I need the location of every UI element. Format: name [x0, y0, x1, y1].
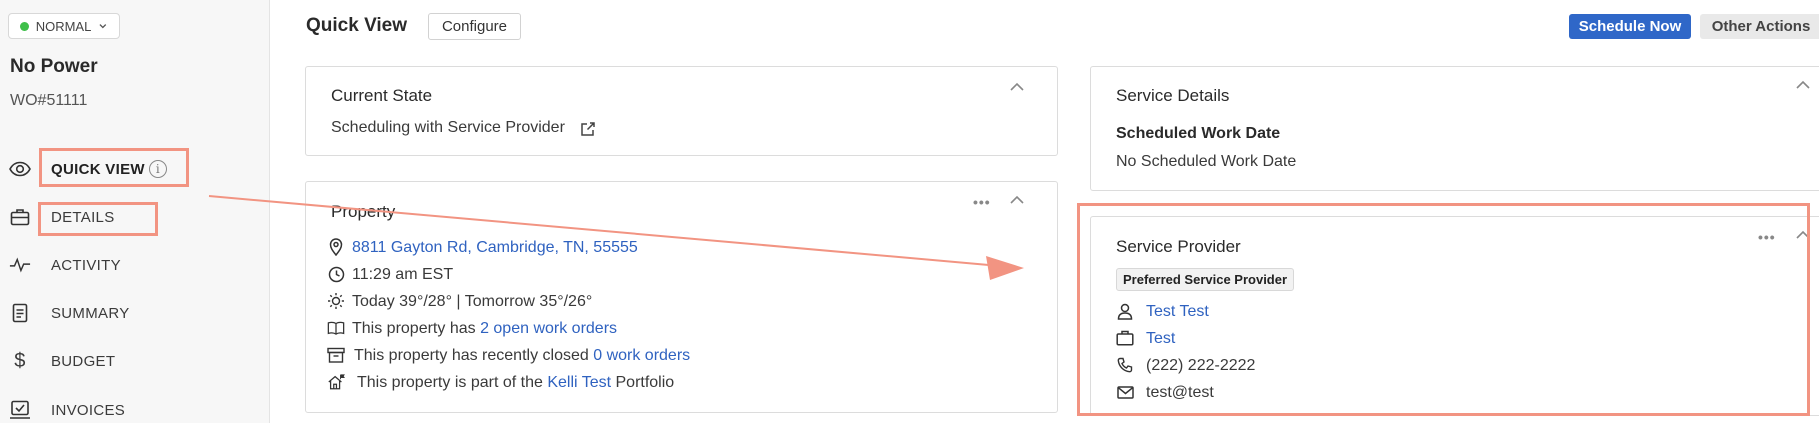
property-local-time: 11:29 am EST [352, 266, 454, 283]
portfolio-suffix: Portfolio [611, 374, 675, 391]
property-portfolio: This property is part of the Kelli Test … [357, 374, 674, 392]
portfolio-text: This property is part of the [357, 374, 548, 391]
nav-label-summary: SUMMARY [51, 304, 130, 322]
chevron-up-icon[interactable] [1009, 194, 1025, 206]
service-details-card: Service Details Scheduled Work Date No S… [1090, 66, 1819, 191]
configure-button[interactable]: Configure [428, 13, 521, 40]
status-dot-icon [20, 21, 29, 31]
nav-label-invoices: INVOICES [51, 401, 126, 419]
other-actions-button[interactable]: Other Actions [1700, 14, 1819, 39]
clock-icon [327, 265, 345, 283]
highlight-service-provider [1077, 203, 1810, 416]
service-details-title: Service Details [1116, 86, 1230, 105]
sidebar: NORMAL No Power WO#51111 QUICK VIEW i DE… [0, 0, 270, 423]
page-title: Quick View [306, 15, 408, 36]
book-icon [327, 319, 345, 337]
highlight-details [38, 202, 158, 236]
map-pin-icon [327, 238, 345, 256]
more-options-icon[interactable]: ••• [973, 194, 991, 210]
nav-budget[interactable]: $ BUDGET [0, 346, 268, 376]
status-dropdown[interactable]: NORMAL [8, 13, 120, 39]
open-orders-text: This property has [352, 320, 481, 337]
current-state-title: Current State [331, 86, 433, 105]
status-label: NORMAL [35, 18, 92, 34]
property-card: Property ••• 8811 Gayton Rd, Cambridge, … [305, 181, 1058, 413]
nav-summary[interactable]: SUMMARY [0, 298, 268, 328]
sun-icon [327, 292, 345, 310]
current-state-value: Scheduling with Service Provider [331, 119, 565, 136]
nav-activity[interactable]: ACTIVITY [0, 250, 268, 280]
portfolio-link[interactable]: Kelli Test [547, 374, 611, 391]
work-order-number: WO#51111 [10, 92, 88, 109]
external-link-icon[interactable] [580, 121, 596, 137]
eye-icon [9, 158, 31, 180]
closed-orders-text: This property has recently closed [354, 347, 594, 364]
open-work-orders-link[interactable]: 2 open work orders [480, 320, 617, 337]
schedule-now-button[interactable]: Schedule Now [1569, 14, 1691, 39]
chevron-down-icon [99, 24, 107, 29]
scheduled-work-date-label: Scheduled Work Date [1116, 125, 1281, 142]
property-open-orders: This property has 2 open work orders [352, 320, 617, 338]
property-weather: Today 39°/28° | Tomorrow 35°/26° [352, 293, 593, 310]
property-title: Property [331, 202, 396, 221]
home-flag-icon [327, 373, 345, 391]
document-icon [9, 302, 31, 324]
dollar-icon: $ [14, 349, 26, 372]
property-address-link[interactable]: 8811 Gayton Rd, Cambridge, TN, 55555 [352, 239, 638, 257]
chevron-up-icon[interactable] [1009, 81, 1025, 93]
archive-icon [327, 346, 345, 364]
closed-work-orders-link[interactable]: 0 work orders [593, 347, 690, 364]
chevron-up-icon[interactable] [1795, 79, 1811, 91]
scheduled-work-date-value: No Scheduled Work Date [1116, 153, 1297, 170]
highlight-quick-view [39, 148, 189, 187]
nav-label-budget: BUDGET [51, 352, 116, 370]
invoice-icon [9, 399, 31, 421]
activity-icon [9, 254, 31, 276]
nav-invoices[interactable]: INVOICES [0, 395, 268, 425]
property-closed-orders: This property has recently closed 0 work… [354, 347, 690, 365]
nav-label-activity: ACTIVITY [51, 256, 121, 274]
briefcase-icon [9, 206, 31, 228]
work-order-title: No Power [10, 56, 98, 77]
current-state-card: Current State Scheduling with Service Pr… [305, 66, 1058, 156]
